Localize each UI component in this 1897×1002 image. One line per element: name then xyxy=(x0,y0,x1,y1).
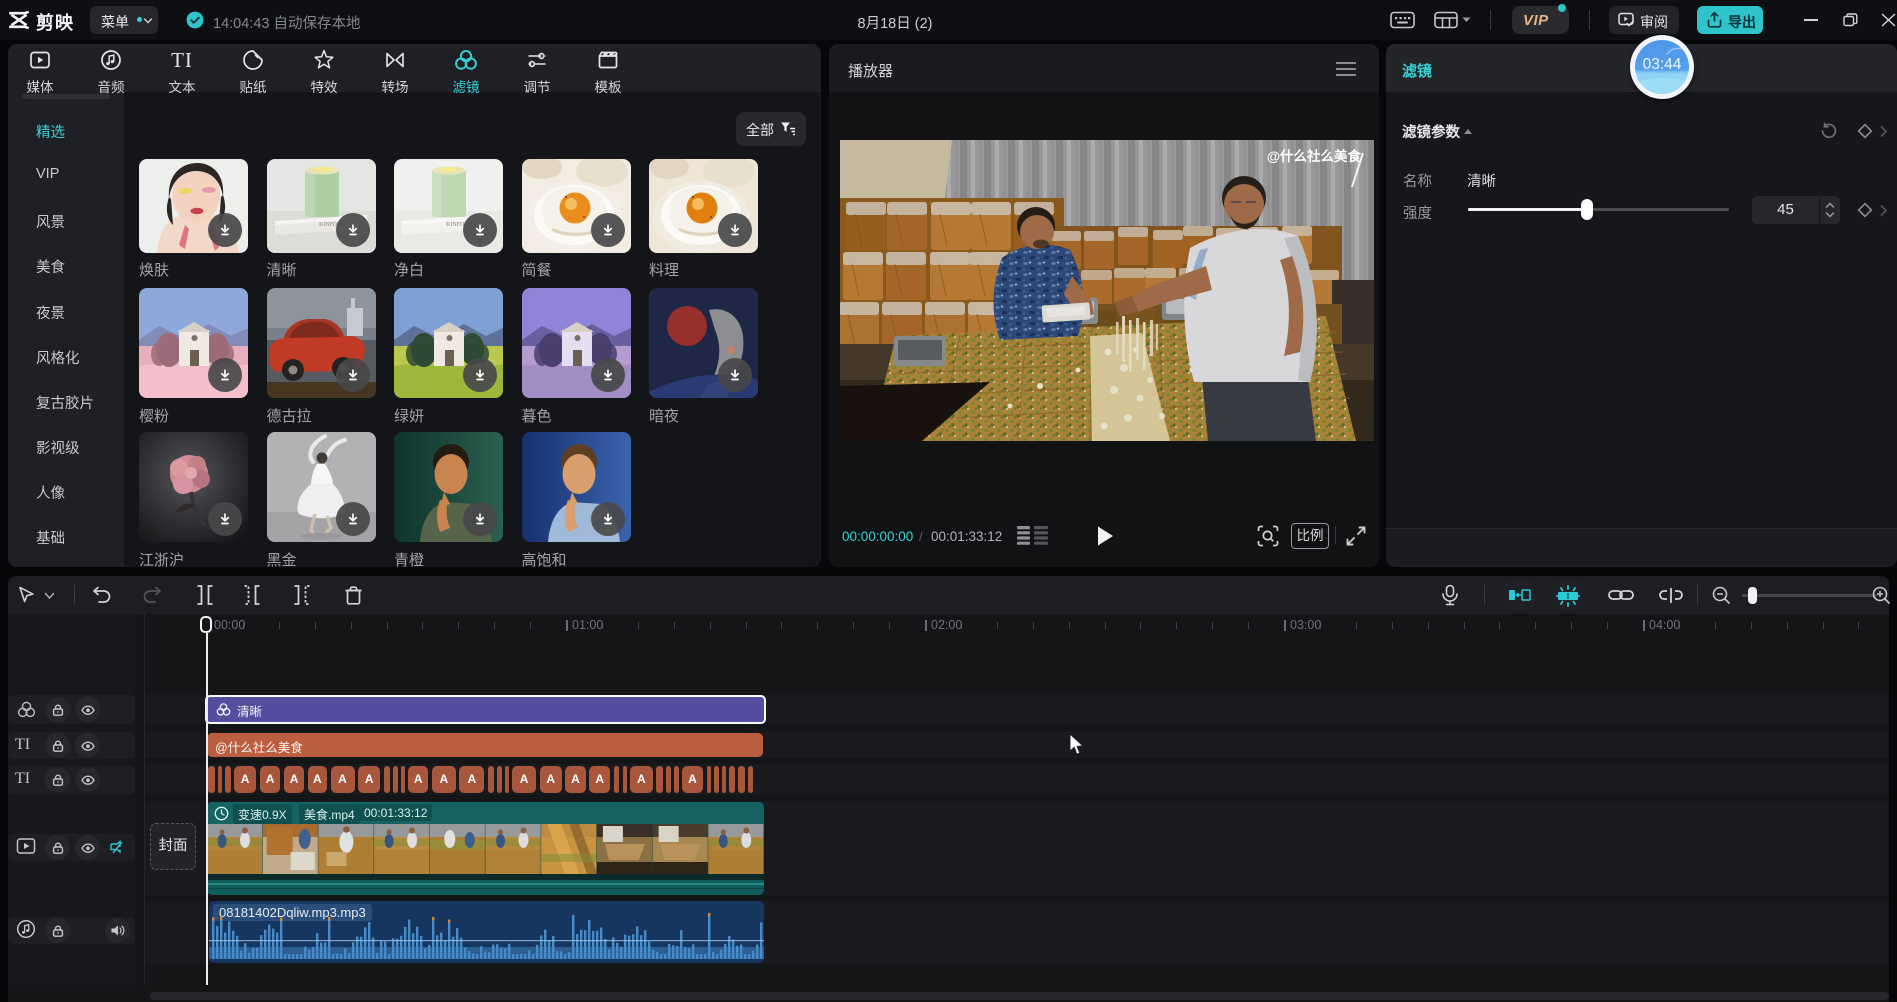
svg-text:@什么社么美食: @什么社么美食 xyxy=(1267,148,1362,164)
